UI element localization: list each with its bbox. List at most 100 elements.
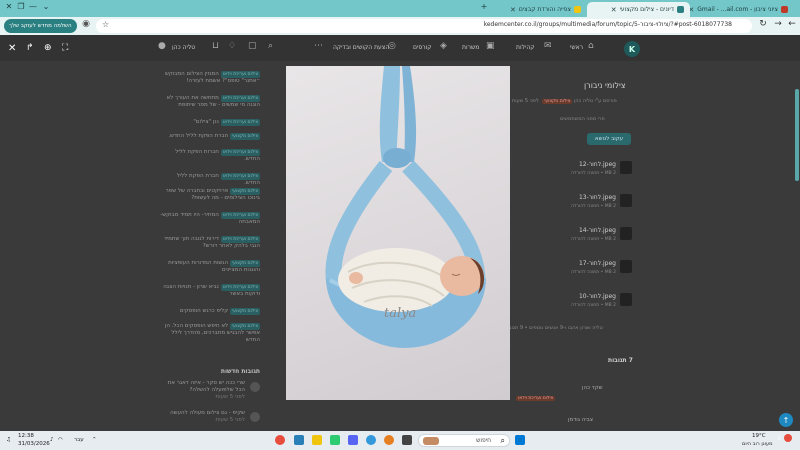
list-item[interactable]: שקיפ - גם צילום מעולה להעשה לפני 5 שעות [159,410,245,424]
list-item[interactable]: צילום מקצועילא חיפש הופסקים הכל. הן אפשר… [160,323,260,344]
list-item[interactable]: צילום ועריכת וידאוננן "צילום" [160,119,260,126]
search-icon[interactable]: ⌕ [268,41,273,51]
notification-badge[interactable] [784,434,792,442]
reply-author[interactable]: שקד כהן [582,385,603,391]
zoom-in-icon[interactable]: ⊕ [44,43,52,53]
browser-toolbar: ← → ↻ kedemcenter.co.il/groups/multimedi… [0,17,800,35]
fullscreen-icon[interactable]: ⛶ [62,43,68,53]
chevron-up-icon[interactable]: ⌃ [92,437,97,443]
file-icon [574,6,581,13]
reactions-summary[interactable]: טליה ושרון אהבו ו-9 אנשים נוספים • 9 תגו… [504,325,603,331]
list-item[interactable]: צילום ועריכת וידאוהמחיר- היו תמיד מבוקש-… [160,212,260,226]
chrome-profile-icon[interactable] [275,435,285,445]
tab-forum[interactable]: דיונים - צילום מקצועי ✕ [587,2,690,17]
chevron-down-icon[interactable]: ⌄ [40,2,52,11]
terminal-icon[interactable] [402,435,412,445]
extension-icon[interactable]: ◉ [80,19,92,29]
browser-tab-strip: ✕ ❐ — ⌄ ציוני ציבון - Gmail - ...ail.com… [0,0,800,17]
whatsapp-icon[interactable] [330,435,340,445]
scroll-to-top-button[interactable]: ↑ [779,413,793,427]
clock-time[interactable]: 12:38 [18,433,34,439]
file-attachment[interactable]: 12-לחור.jpeg 2 MB • תמונה להורדה [560,159,632,181]
share-icon[interactable]: ↱ [26,43,34,53]
page-title: צילומי ניבורן [584,81,626,90]
close-icon[interactable]: ✕ [690,6,694,14]
address-bar[interactable]: kedemcenter.co.il/groups/multimedia/foru… [96,19,752,33]
tab-files[interactable]: צפייה והורדת קבצים ✕ [497,2,587,17]
close-window-icon[interactable]: ✕ [3,2,15,11]
scrollbar[interactable] [795,89,799,181]
reply-author[interactable]: צביה גודמן [568,417,593,423]
weather-temp[interactable]: 19°C [752,433,766,439]
edge-icon[interactable] [366,435,376,445]
list-item[interactable]: שרי ככה יש סקר - איזה דאגר את הכל שלפועל… [159,380,245,401]
restore-window-icon[interactable]: ❐ [15,2,27,11]
tab-gmail[interactable]: ציוני ציבון - Gmail - ...ail.com ✕ [690,2,794,17]
clock-date: 31/03/2026 [18,441,50,447]
home-icon[interactable]: ⌂ [588,41,594,51]
nav-courses[interactable]: קורסים [413,44,432,51]
file-icon [620,260,632,273]
list-item[interactable]: צילום ועריכת וידאוהמגזין הצילום המבוקש ״… [160,71,260,85]
chrome-icon[interactable] [384,435,394,445]
list-item[interactable]: צילום מקצועיקליפ כרגש הופסקים [160,308,260,315]
nav-jobs[interactable]: משרות [462,44,479,51]
language-indicator[interactable]: עבר [74,437,84,443]
category-badge[interactable]: צילום מקצועי [542,99,573,104]
nav-home[interactable]: ראשי [570,44,583,51]
file-attachment[interactable]: 13-לחור.jpeg 2 MB • תמונה להורדה [560,192,632,214]
list-item[interactable]: צילום מקצועיפרויקטים ובחברה של שפר בינוכ… [160,188,260,202]
bell-icon[interactable]: ♢ [228,41,236,51]
message-icon[interactable]: ▢ [248,41,257,51]
file-attachment[interactable]: 17-לחור.jpeg 2 MB • תמונה להורדה [560,258,632,280]
complete-profile-button[interactable]: השלמה מחדש לעוקב שלך [4,19,77,33]
bell-icon[interactable]: ♫ [6,437,11,443]
windows-start-icon[interactable] [515,435,525,445]
site-logo[interactable]: K [624,41,640,57]
close-icon[interactable]: ✕ [8,43,16,54]
store-icon[interactable] [294,435,304,445]
category-badge[interactable]: צילום ועריכת וידאו [516,396,556,401]
chat-icon[interactable]: ✉ [544,41,552,51]
nav-communities[interactable]: קהילות [516,44,535,51]
os-taskbar: 2 19°C מעונן רוב היום חיפוש ⌕ ⌃ עבר ◠ ♪ … [0,431,800,450]
list-item[interactable]: צילום ועריכת וידאוחברת הפקת לליל החדש. [160,173,260,187]
new-tab-button[interactable]: + [478,2,490,11]
list-item[interactable]: צילום ועריכת וידאונביא שרון - חנויות הצג… [160,284,260,298]
file-attachment[interactable]: 14-לחור.jpeg 2 MB • תמונה להורדה [560,225,632,247]
reload-icon[interactable]: ↻ [757,19,769,29]
list-item[interactable]: צילום מקצועיהגשות המדורות העופציות והוגנ… [160,260,260,274]
back-arrow-icon[interactable]: ← [786,19,798,29]
teams-icon[interactable] [348,435,358,445]
taskbar-search[interactable]: חיפוש ⌕ [418,434,510,447]
file-icon [620,227,632,240]
graduation-cap-icon[interactable]: ◈ [440,41,447,51]
lightbox-photo[interactable]: talya [286,66,510,400]
avatar [250,382,260,392]
nav-challenges[interactable]: הצעת הקושים ובדיקה [333,44,389,51]
follow-topic-button[interactable]: עקוב לנושא [587,133,631,145]
file-attachment[interactable]: 10-לחור.jpeg 2 MB • תמונה להורדה [560,291,632,313]
list-item[interactable]: צילום ועריכת וידאומתחשה את העורך לא הוגנ… [160,95,260,109]
minimize-window-icon[interactable]: — [27,2,39,11]
avatar[interactable]: ● [158,41,166,51]
responses-count: 7 תגובות [608,357,633,364]
more-icon[interactable]: ⋯ [314,41,323,51]
speaker-icon[interactable]: ♪ [50,437,54,443]
briefcase-icon[interactable]: ▣ [486,41,495,51]
list-item[interactable]: צילום מקצועיחברת הפקת לליל החדש. [160,133,260,140]
close-icon[interactable]: ✕ [510,6,516,14]
wifi-icon[interactable]: ◠ [58,437,63,443]
list-item[interactable]: צילום ועריכת וידאוחברות הפקת לליל החדש. [160,149,260,163]
cart-icon[interactable]: ⊔ [212,41,219,51]
close-icon[interactable]: ✕ [611,6,617,14]
widget-icon [423,437,439,445]
forward-arrow-icon[interactable]: → [772,19,784,29]
star-icon[interactable]: ☆ [102,20,109,29]
search-icon: ⌕ [500,436,505,445]
tab-title: צפייה והורדת קבצים [518,6,571,13]
list-item[interactable]: צילום ועריכת וידאודירות לגובה תוך שתמיד … [160,236,260,250]
folder-icon[interactable] [312,435,322,445]
file-icon [620,293,632,306]
user-name[interactable]: טליה כהן [172,44,195,51]
